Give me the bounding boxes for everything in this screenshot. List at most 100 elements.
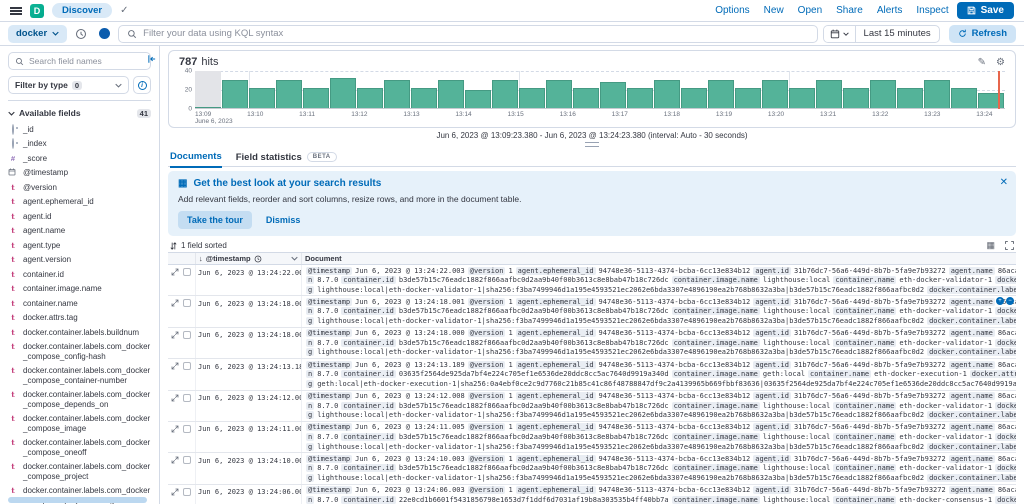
histogram-bar[interactable] — [519, 71, 545, 108]
filters-menu-button[interactable] — [95, 25, 113, 43]
saved-query-menu-button[interactable] — [72, 25, 90, 43]
row-checkbox[interactable] — [183, 394, 191, 402]
expand-document-icon[interactable] — [171, 299, 179, 307]
field-item[interactable]: tdocker.container.labels.com_docker_comp… — [8, 364, 151, 388]
document-cell[interactable]: @timestampJun 6, 2023 @ 13:24:10.003@ver… — [302, 453, 1016, 483]
field-item[interactable]: tcontainer.id — [8, 267, 151, 282]
field-item[interactable]: tcontainer.name — [8, 296, 151, 311]
histogram-bar[interactable] — [654, 71, 680, 108]
document-cell[interactable]: @timestampJun 6, 2023 @ 13:24:06.003@ver… — [302, 485, 1016, 504]
histogram-bar[interactable] — [816, 71, 842, 108]
time-range-label[interactable]: Last 15 minutes — [856, 28, 939, 39]
sidebar-scrollbar[interactable] — [8, 497, 147, 503]
space-logo[interactable]: D — [30, 4, 44, 18]
refresh-button[interactable]: Refresh — [949, 25, 1016, 43]
histogram-bar[interactable] — [546, 71, 572, 108]
timestamp-cell[interactable]: Jun 6, 2023 @ 13:24:12.008 — [196, 391, 302, 421]
filter-for-icon[interactable]: + — [996, 297, 1004, 305]
document-cell[interactable]: @timestampJun 6, 2023 @ 13:24:12.008@ver… — [302, 391, 1016, 421]
histogram-bar[interactable] — [843, 71, 869, 108]
header-timestamp[interactable]: ↓ @timestamp — [196, 253, 302, 264]
close-icon[interactable]: ✕ — [1000, 177, 1008, 188]
data-view-picker[interactable]: docker — [8, 25, 67, 43]
histogram-bar[interactable] — [438, 71, 464, 108]
sort-fields-button[interactable]: 1 field sorted — [170, 241, 227, 250]
field-item[interactable]: _id — [8, 122, 151, 137]
histogram-bar[interactable] — [303, 71, 329, 108]
histogram-bar[interactable] — [195, 71, 221, 108]
column-actions-chevron-icon[interactable] — [291, 256, 298, 261]
dismiss-button[interactable]: Dismiss — [266, 215, 301, 225]
nav-link-alerts[interactable]: Alerts — [877, 5, 903, 16]
expand-document-icon[interactable] — [171, 268, 179, 276]
tab-documents[interactable]: Documents — [170, 151, 222, 168]
take-tour-button[interactable]: Take the tour — [178, 211, 252, 229]
header-document[interactable]: Document — [302, 253, 1016, 264]
histogram-resize-handle[interactable] — [585, 142, 599, 147]
histogram-bar[interactable] — [978, 71, 1004, 108]
field-search-input[interactable] — [29, 56, 144, 66]
field-item[interactable]: tdocker.attrs.tag — [8, 311, 151, 326]
histogram-bar[interactable] — [465, 71, 491, 108]
timestamp-cell[interactable]: Jun 6, 2023 @ 13:24:06.003 — [196, 485, 302, 504]
histogram-bar[interactable] — [762, 71, 788, 108]
date-picker-button[interactable] — [824, 26, 856, 42]
display-options-grid-icon[interactable]: ▦ — [986, 240, 995, 251]
menu-icon[interactable] — [10, 7, 22, 15]
histogram-bar[interactable] — [249, 71, 275, 108]
field-item[interactable]: tagent.type — [8, 238, 151, 253]
field-item[interactable]: tdocker.container.labels.com_docker_comp… — [8, 412, 151, 436]
collapse-sidebar-icon[interactable] — [147, 54, 157, 64]
row-checkbox[interactable] — [183, 268, 191, 276]
expand-document-icon[interactable] — [171, 456, 179, 464]
expand-document-icon[interactable] — [171, 331, 179, 339]
timestamp-cell[interactable]: Jun 6, 2023 @ 13:24:10.003 — [196, 453, 302, 483]
filter-by-type-select[interactable]: Filter by type 0 — [8, 76, 129, 94]
kql-query-input[interactable] — [143, 28, 808, 39]
nav-link-open[interactable]: Open — [798, 5, 822, 16]
histogram-bar[interactable] — [384, 71, 410, 108]
expand-document-icon[interactable] — [171, 394, 179, 402]
chart-options-gear-icon[interactable]: ⚙ — [996, 57, 1005, 68]
histogram-bar[interactable] — [870, 71, 896, 108]
field-item[interactable]: tagent.ephemeral_id — [8, 195, 151, 210]
histogram-bar[interactable] — [708, 71, 734, 108]
histogram-bar[interactable] — [627, 71, 653, 108]
field-item[interactable]: tcontainer.image.name — [8, 282, 151, 297]
timestamp-cell[interactable]: Jun 6, 2023 @ 13:24:11.005 — [196, 422, 302, 452]
field-item[interactable]: tagent.name — [8, 224, 151, 239]
field-item[interactable]: tdocker.container.labels.com_docker_comp… — [8, 436, 151, 460]
field-item[interactable]: t@version — [8, 180, 151, 195]
document-cell[interactable]: @timestampJun 6, 2023 @ 13:24:11.005@ver… — [302, 422, 1016, 452]
field-item[interactable]: tdocker.container.labels.buildnum — [8, 325, 151, 340]
expand-document-icon[interactable] — [171, 488, 179, 496]
field-item[interactable]: tagent.version — [8, 253, 151, 268]
fullscreen-icon[interactable] — [1005, 241, 1014, 250]
document-cell[interactable]: @timestampJun 6, 2023 @ 13:24:18.000@ver… — [302, 328, 1016, 358]
histogram-bar[interactable] — [924, 71, 950, 108]
histogram-bar[interactable] — [573, 71, 599, 108]
expand-document-icon[interactable] — [171, 425, 179, 433]
histogram-bar[interactable] — [411, 71, 437, 108]
field-item[interactable]: _index — [8, 137, 151, 152]
histogram-bar[interactable] — [951, 71, 977, 108]
nav-link-options[interactable]: Options — [715, 5, 749, 16]
field-item[interactable]: tdocker.container.labels.com_docker_comp… — [8, 460, 151, 484]
timestamp-cell[interactable]: Jun 6, 2023 @ 13:24:13.189 — [196, 359, 302, 389]
field-item[interactable]: tagent.id — [8, 209, 151, 224]
timestamp-cell[interactable]: Jun 6, 2023 @ 13:24:18.001 — [196, 296, 302, 326]
available-fields-header[interactable]: Available fields 41 — [8, 108, 151, 118]
tab-field-statistics[interactable]: Field statistics BETA — [236, 152, 337, 167]
timestamp-cell[interactable]: Jun 6, 2023 @ 13:24:18.000 — [196, 328, 302, 358]
row-checkbox[interactable] — [183, 456, 191, 464]
field-item[interactable]: #_score — [8, 151, 151, 166]
row-checkbox[interactable] — [183, 488, 191, 496]
nav-link-new[interactable]: New — [764, 5, 784, 16]
nav-link-inspect[interactable]: Inspect — [916, 5, 948, 16]
save-button[interactable]: Save — [957, 2, 1014, 19]
row-checkbox[interactable] — [183, 299, 191, 307]
row-checkbox[interactable] — [183, 362, 191, 370]
field-item[interactable]: tdocker.container.labels.com_docker_comp… — [8, 340, 151, 364]
field-filter-info-button[interactable]: i — [133, 76, 151, 94]
histogram-bar[interactable] — [789, 71, 815, 108]
